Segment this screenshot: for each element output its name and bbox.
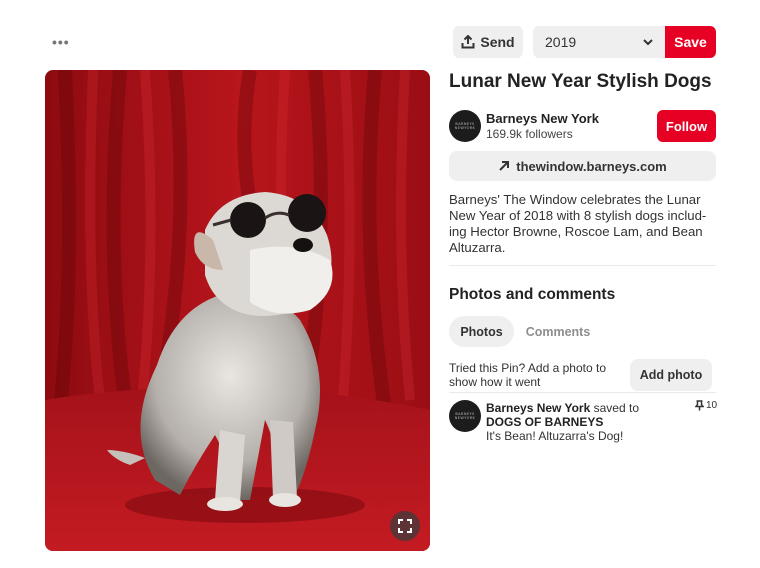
- creator-row: BARNEYS NEWYORK Barneys New York 169.9k …: [449, 110, 716, 142]
- follower-count: 169.9k followers: [486, 127, 573, 141]
- tab-photos[interactable]: Photos: [449, 316, 514, 347]
- expand-icon: [398, 519, 412, 533]
- pin-count-value: 10: [706, 400, 718, 411]
- creator-name[interactable]: Barneys New York: [486, 111, 599, 126]
- expand-button[interactable]: [390, 511, 420, 541]
- creator-avatar[interactable]: BARNEYS NEWYORK: [449, 110, 481, 142]
- activity-text: It's Bean! Altuzarra's Dog!: [486, 429, 624, 443]
- send-button[interactable]: Send: [453, 26, 523, 58]
- board-select[interactable]: 2019: [533, 26, 665, 58]
- pin-toolbar: Send 2019 Save: [453, 26, 716, 58]
- activity-board[interactable]: DOGS OF BARNEYS: [486, 415, 603, 429]
- share-upload-icon: [461, 35, 475, 49]
- pin-title: Lunar New Year Stylish Dogs: [449, 71, 712, 92]
- more-options-button[interactable]: •••: [52, 34, 70, 50]
- board-select-value: 2019: [545, 34, 577, 50]
- chevron-down-icon: [643, 39, 653, 46]
- avatar-text: BARNEYS NEWYORK: [454, 412, 476, 420]
- dog-photo: [45, 70, 430, 551]
- divider: [449, 392, 716, 393]
- activity-avatar[interactable]: BARNEYS NEWYORK: [449, 400, 481, 432]
- photos-comments-title: Photos and comments: [449, 286, 616, 303]
- activity-user[interactable]: Barneys New York: [486, 401, 590, 415]
- add-photo-prompt: Tried this Pin? Add a photo to show how …: [449, 361, 606, 389]
- tab-comments[interactable]: Comments: [517, 316, 599, 347]
- divider: [449, 265, 716, 266]
- pin-image[interactable]: [45, 70, 430, 551]
- source-link-button[interactable]: thewindow.barneys.com: [449, 151, 716, 181]
- avatar-text: BARNEYS NEWYORK: [454, 122, 476, 130]
- activity-action: saved to: [593, 401, 639, 415]
- pin-count: 10: [695, 400, 717, 411]
- pin-description: Barneys' The Window celebrates the Lunar…: [449, 192, 707, 255]
- source-link-text: thewindow.barneys.com: [516, 158, 667, 174]
- pushpin-icon: [695, 400, 704, 411]
- activity-line: Barneys New York saved to: [486, 401, 639, 415]
- send-label: Send: [480, 34, 515, 50]
- add-photo-button[interactable]: Add photo: [630, 359, 712, 391]
- arrow-up-right-icon: [499, 161, 510, 171]
- follow-button[interactable]: Follow: [657, 110, 716, 142]
- save-button[interactable]: Save: [665, 26, 716, 58]
